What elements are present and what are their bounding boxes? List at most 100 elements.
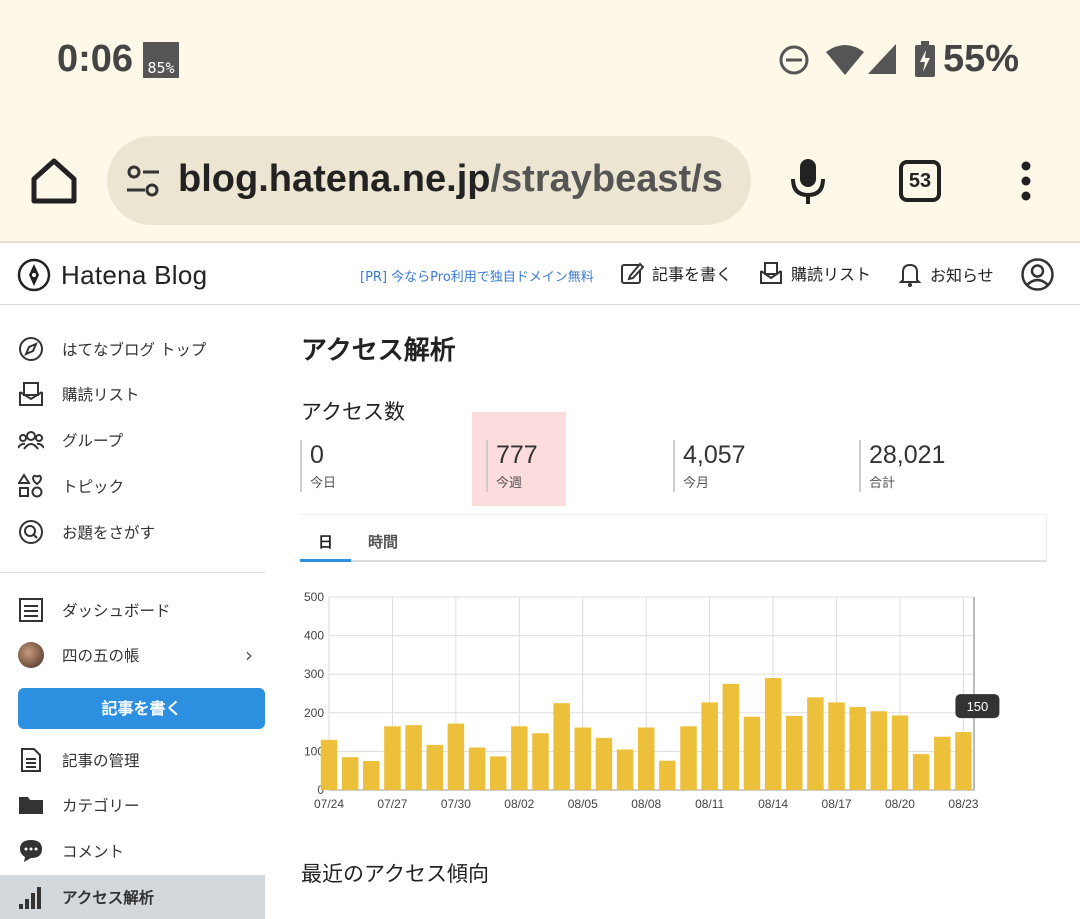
sidebar-item-dashboard[interactable]: ダッシュボード [0,588,265,632]
x-tick-label: 08/11 [695,797,724,811]
main-content: アクセス解析 アクセス数 0 今日 777 今週 4,057 今月 28,021… [300,306,1060,915]
bar [934,736,951,790]
bar [891,715,909,790]
header-reading-list-link[interactable]: 購読リスト [759,261,871,285]
battery-percentage: 55% [943,38,1020,80]
x-tick-label: 08/20 [885,797,915,811]
sidebar-item-topic[interactable]: トピック [0,464,265,508]
stat-label: 合計 [869,476,896,491]
chevron-right-icon: › [245,643,253,667]
stat-today: 0 今日 [300,412,470,506]
header-reading-list-label: 購読リスト [791,265,872,284]
dashboard-icon [19,598,43,622]
bar [912,754,930,790]
sidebar-divider [0,572,265,573]
header-write-label: 記事を書く [652,265,733,284]
status-time: 0:06 [57,38,134,80]
header-notifications-label: お知らせ [930,266,994,285]
sidebar-item-group[interactable]: グループ [0,418,265,462]
sidebar-blog-name: 四の五の帳 [62,647,140,665]
topic-icon [18,473,43,498]
page-title: アクセス解析 [301,336,456,366]
status-bar: 0:06 85% 55% [0,0,1080,125]
url-host: blog.hatena.ne.jp [178,158,491,200]
tooltip-text: 150 [967,699,989,714]
x-tick-label: 07/30 [441,797,471,811]
bar [849,707,866,790]
stat-total: 28,021 合計 [859,412,1029,506]
y-tick-label: 300 [304,667,324,681]
sidebar-item-access-analytics[interactable]: アクセス解析 [0,875,265,919]
sidebar-item-hatena-top[interactable]: はてなブログ トップ [0,327,265,371]
bar [489,756,507,790]
bar [637,727,655,790]
document-icon [21,748,41,772]
x-tick-label: 08/14 [758,797,788,811]
bar [468,747,486,790]
bar [426,744,443,790]
access-bar-chart: 010020030040050007/24 07/27 07/30 08/02 08/0… [304,590,1000,811]
overflow-menu-icon[interactable] [1016,161,1036,201]
comment-icon [20,840,42,862]
sidebar-item-entries[interactable]: 記事の管理 [0,738,265,782]
bar [553,703,570,790]
edit-icon [621,262,644,284]
sidebar-item-odai[interactable]: お題をさがす [0,510,265,554]
tab-day[interactable]: 日 [318,531,333,552]
bar [320,739,338,790]
sidebar-item-label: 購読リスト [62,386,140,404]
sidebar-item-label: お題をさがす [62,524,156,542]
site-settings-icon[interactable] [125,163,161,199]
bar [785,715,803,790]
bar [722,683,740,790]
stat-value: 28,021 [869,441,946,469]
bar [405,725,422,790]
sidebar-item-label: はてなブログ トップ [62,341,207,359]
pr-link[interactable]: [PR] 今ならPro利用で独自ドメイン無料 [360,266,594,285]
sidebar-item-category[interactable]: カテゴリー [0,783,265,827]
bar [384,726,401,790]
header-notifications-link[interactable]: お知らせ [898,261,994,287]
tab-switcher-button[interactable]: 53 [899,160,941,202]
hatena-blog-logo[interactable]: Hatena Blog [17,258,207,292]
temperature-badge: 85% [143,42,179,78]
x-tick-label: 08/05 [568,797,598,811]
signal-icon [868,44,896,74]
active-tab-indicator [300,559,351,562]
group-icon [18,431,44,450]
bar [680,726,697,790]
x-tick-label: 07/24 [314,797,344,811]
bar [574,727,592,790]
address-bar[interactable]: blog.hatena.ne.jp/straybeast/s [107,136,751,225]
sidebar-item-label: カテゴリー [62,797,140,815]
header-write-link[interactable]: 記事を書く [620,261,732,285]
x-tick-label: 07/27 [377,797,407,811]
tab-hour[interactable]: 時間 [368,531,398,552]
reading-list-icon [19,382,43,406]
odai-search-icon [19,520,43,544]
user-avatar-icon[interactable] [1021,258,1054,291]
sidebar-item-comments[interactable]: コメント [0,829,265,873]
x-tick-label: 08/17 [822,797,852,811]
sidebar-item-label: コメント [62,843,125,861]
battery-charging-icon [915,41,935,77]
bar [764,678,782,790]
bar [955,732,972,790]
url-text[interactable]: blog.hatena.ne.jp/straybeast/s [178,158,723,201]
home-icon[interactable] [28,155,80,207]
url-path: /straybeast/s [490,158,723,200]
sidebar-item-reading-list[interactable]: 購読リスト [0,372,265,416]
sidebar-item-label: ダッシュボード [62,602,171,620]
bar [511,726,528,790]
microphone-icon[interactable] [788,157,828,205]
reading-list-icon [760,262,782,284]
bar [743,716,761,790]
sidebar-item-blog[interactable]: 四の五の帳 › [0,633,265,677]
bar [341,757,359,790]
stat-label: 今週 [496,476,523,491]
sidebar-item-label: アクセス解析 [62,889,155,907]
bar [659,760,676,790]
wifi-icon [826,45,864,75]
sidebar: はてなブログ トップ 購読リスト グループ トピック お題をさがす ダッシュボー… [0,306,265,919]
sidebar-write-button[interactable]: 記事を書く [18,688,265,729]
